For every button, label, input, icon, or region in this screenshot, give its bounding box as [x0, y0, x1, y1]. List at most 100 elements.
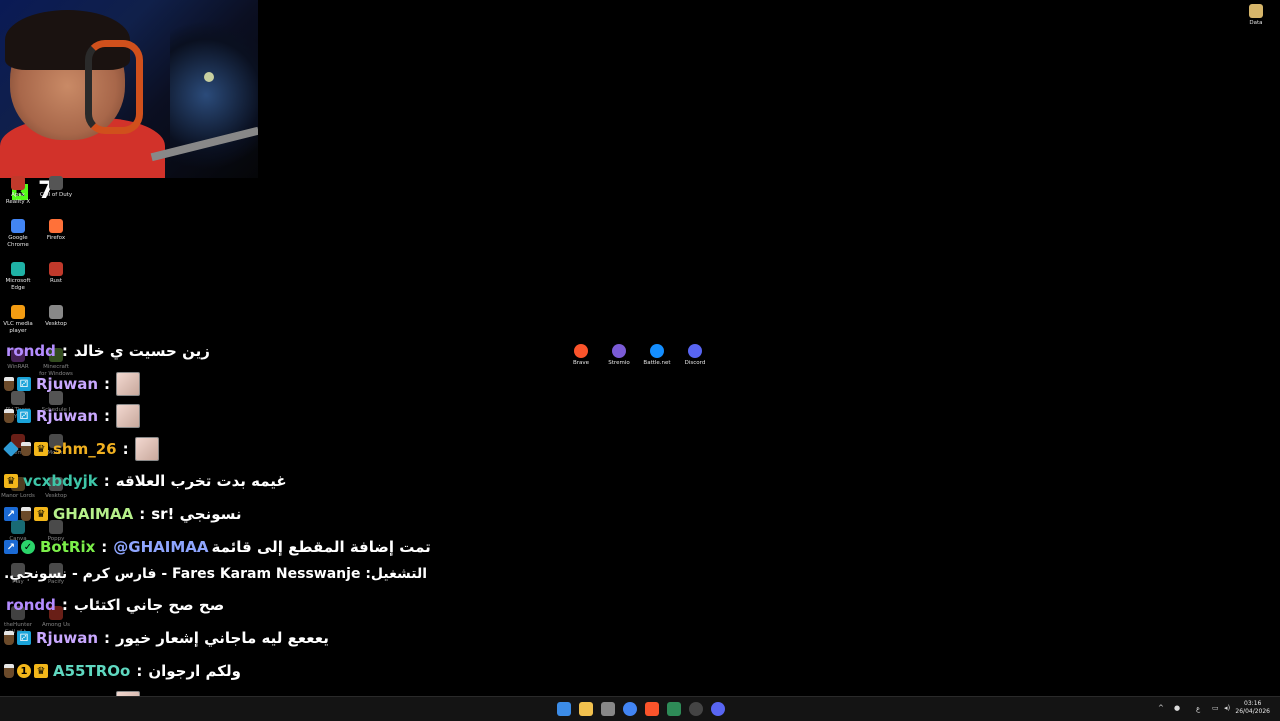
chat-message-text: تمت إضافة المقطع إلى قائمة [211, 538, 431, 556]
chat-message-text: يعععع ليه ماجاني إشعار خيور [116, 629, 329, 647]
battlenet-icon [650, 344, 664, 358]
chat-separator: : [139, 505, 146, 523]
desktop-icon[interactable]: Brave [564, 344, 598, 367]
crown-badge-icon: ♛ [34, 664, 48, 678]
desktop-icon-label: WinRAR [7, 364, 29, 370]
chat-message: ⚂ Rjuwan: [4, 372, 141, 396]
chat-message: ♛ shm_26: [3, 437, 159, 461]
desktop-icon[interactable]: Discord [678, 344, 712, 367]
desktop-icon-label: Battle.net [643, 360, 671, 366]
obs-icon[interactable] [689, 702, 703, 716]
chat-message: ↗ ♛ GHAIMAA: نسونجي !sr [4, 502, 242, 526]
chat-separator: : [104, 629, 111, 647]
chat-emote-icon [116, 372, 141, 396]
desktop-icon-label: Rust [49, 278, 63, 284]
clock-time: 03:16 [1244, 700, 1262, 707]
vip-badge-icon: ↗ [4, 540, 18, 554]
brave-icon [574, 344, 588, 358]
cod-icon [49, 176, 63, 190]
chat-username[interactable]: A55TROo [53, 662, 130, 680]
desktop-icon-label: Microsoft Edge [5, 278, 31, 291]
chat-emote-icon [116, 404, 141, 428]
sub-badge-icon: ⚂ [17, 631, 31, 645]
folder-icon [1249, 4, 1263, 18]
edge-icon [11, 262, 25, 276]
clock[interactable]: 03:16 26/04/2026 [1235, 700, 1270, 716]
volume-icon[interactable]: ◂) [1224, 704, 1230, 712]
clock-date: 26/04/2026 [1235, 708, 1270, 715]
mic-icon[interactable]: ● [1174, 704, 1180, 712]
chat-message: rondd: زين حسيت ي خالد [4, 339, 210, 363]
desktop-icon-label: VLC media player [3, 321, 33, 334]
desktop-icon[interactable]: Stremio [602, 344, 636, 367]
vlc-icon [11, 305, 25, 319]
firefox-icon [49, 219, 63, 233]
file-explorer-icon[interactable] [579, 702, 593, 716]
cup-badge-icon [4, 664, 14, 678]
chat-username[interactable]: Rjuwan [36, 375, 98, 393]
desktop-icon[interactable]: Apex Reality X [1, 176, 35, 206]
chat-message: التشغيل: Fares Karam Nesswanje - فارس كر… [4, 562, 427, 586]
verified-badge-icon: ✓ [21, 540, 35, 554]
store-icon[interactable] [601, 702, 615, 716]
chat-separator: : [104, 407, 111, 425]
desktop-icon[interactable]: Rust [39, 262, 73, 285]
chat-separator: : [136, 662, 143, 680]
desktop-icon[interactable]: Vesktop [39, 305, 73, 328]
chat-separator: : [61, 596, 68, 614]
stremio-icon [612, 344, 626, 358]
desktop-icon-label: Apex Reality X [5, 192, 31, 205]
cube-badge-icon [3, 441, 19, 457]
chat-username[interactable]: vcxbdyjk [23, 472, 98, 490]
chrome-icon[interactable] [623, 702, 637, 716]
desktop-icon[interactable]: Call of Duty [39, 176, 73, 199]
chat-mention[interactable]: @GHAIMAA [113, 538, 208, 556]
chat-message: ↗ ✓ BotRix: @GHAIMAA تمت إضافة المقطع إلى قا… [4, 535, 431, 559]
chat-separator: : [101, 538, 108, 556]
cup-badge-icon [21, 442, 31, 456]
desktop-icon[interactable]: Microsoft Edge [1, 262, 35, 292]
network-icon[interactable]: ▭ [1212, 704, 1219, 712]
chevron-up-icon[interactable]: ^ [1158, 704, 1164, 712]
chat-username[interactable]: GHAIMAA [53, 505, 133, 523]
chat-username[interactable]: rondd [6, 596, 56, 614]
discord-icon [688, 344, 702, 358]
chat-username[interactable]: rondd [6, 342, 56, 360]
chat-message: ⚂ Rjuwan: يعععع ليه ماجاني إشعار خيور [4, 626, 329, 650]
chat-message-text: صح صح جاني اكتئاب [73, 596, 225, 614]
brave-icon[interactable] [645, 702, 659, 716]
chat-username[interactable]: BotRix [40, 538, 95, 556]
desktop-icon-label: Vesktop [45, 321, 67, 327]
desktop-icon-data[interactable]: Data [1239, 4, 1273, 27]
cup-badge-icon [4, 631, 14, 645]
chat-message-text: غيمه بدت تخرب العلاقه [115, 472, 287, 490]
chat-username[interactable]: shm_26 [53, 440, 117, 458]
one-badge-icon: 1 [17, 664, 31, 678]
discord-icon[interactable] [711, 702, 725, 716]
crown-badge-icon: ♛ [4, 474, 18, 488]
terminal-icon[interactable] [667, 702, 681, 716]
chat-separator: : [103, 472, 110, 490]
crown-badge-icon: ♛ [34, 442, 48, 456]
desktop-icon[interactable]: VLC media player [1, 305, 35, 335]
desktop-icon-label: Google Chrome [7, 235, 29, 248]
cup-badge-icon [21, 507, 31, 521]
language-indicator[interactable]: ع [1196, 705, 1200, 713]
desktop-icon[interactable]: Google Chrome [1, 219, 35, 249]
chat-message-text: نسونجي !sr [151, 505, 242, 523]
desktop-icon[interactable]: Battle.net [640, 344, 674, 367]
chrome-icon [11, 219, 25, 233]
webcam-overlay [0, 0, 258, 178]
cup-badge-icon [4, 409, 14, 423]
desktop-icon-label: Manor Lords [1, 493, 35, 499]
chat-username[interactable]: Rjuwan [36, 629, 98, 647]
chat-separator: : [61, 342, 68, 360]
chat-separator: : [104, 375, 111, 393]
desktop-icon[interactable]: Firefox [39, 219, 73, 242]
start-icon[interactable] [557, 702, 571, 716]
chat-username[interactable]: Rjuwan [36, 407, 98, 425]
apex-icon [11, 176, 25, 190]
chat-message-text: التشغيل: Fares Karam Nesswanje - فارس كر… [4, 566, 428, 582]
desktop-icon-label: Discord [684, 360, 706, 366]
desktop-icon-label: Stremio [608, 360, 630, 366]
